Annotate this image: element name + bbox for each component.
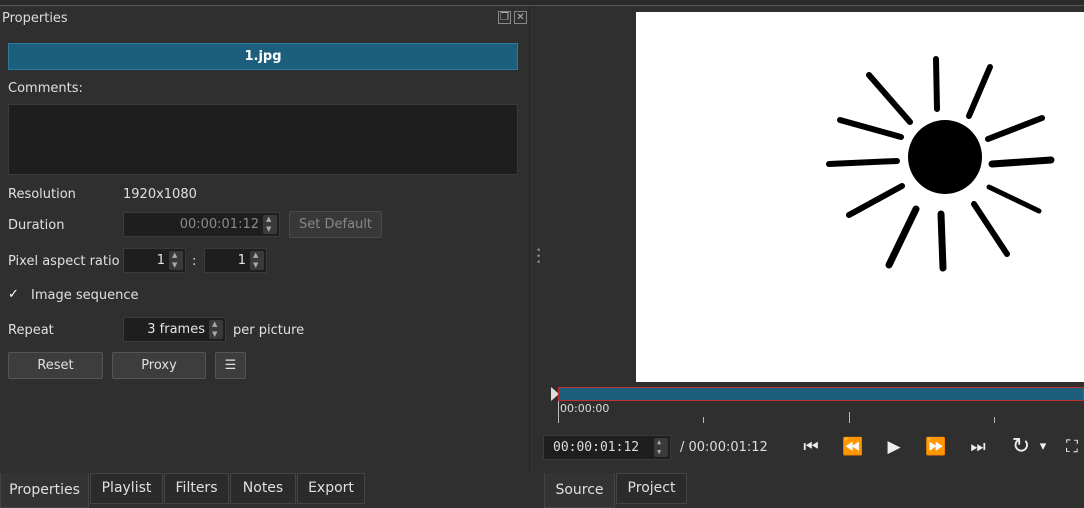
par-denominator-field[interactable]: 1	[204, 248, 267, 273]
menu-icon[interactable]: ☰	[215, 352, 246, 379]
par-separator: :	[192, 254, 197, 269]
total-duration-label: / 00:00:01:12	[680, 440, 768, 455]
skip-previous-icon[interactable]: ⏮	[798, 436, 824, 458]
pixel-aspect-ratio-label: Pixel aspect ratio	[8, 254, 120, 269]
set-default-button[interactable]: Set Default	[289, 211, 382, 238]
loop-menu-chevron-icon[interactable]: ▾	[1036, 436, 1050, 458]
rewind-icon[interactable]: ⏪	[840, 436, 866, 458]
repeat-spinner-icon[interactable]	[209, 319, 223, 339]
par-denominator-spinner-icon[interactable]	[250, 250, 264, 270]
video-frame	[636, 12, 1084, 382]
repeat-value: 3 frames	[147, 322, 205, 337]
tab-export[interactable]: Export	[297, 473, 365, 504]
zoom-icon[interactable]: ⛶	[1060, 436, 1084, 458]
comments-label: Comments:	[8, 81, 83, 96]
float-icon[interactable]: ❐	[498, 11, 511, 24]
tab-source[interactable]: Source	[544, 473, 615, 508]
tab-notes[interactable]: Notes	[230, 473, 296, 504]
duration-field[interactable]: 00:00:01:12	[123, 212, 280, 237]
panel-title: Properties	[2, 11, 68, 26]
reset-button[interactable]: Reset	[8, 352, 103, 379]
duration-label: Duration	[8, 218, 65, 233]
duration-value: 00:00:01:12	[179, 217, 259, 232]
comments-textarea[interactable]	[8, 104, 518, 175]
par-numerator-spinner-icon[interactable]	[169, 250, 183, 270]
close-icon[interactable]: ✕	[514, 11, 527, 24]
duration-spinner-icon[interactable]	[263, 214, 277, 234]
tab-properties[interactable]: Properties	[0, 473, 89, 508]
clip-name-field[interactable]: 1.jpg	[8, 43, 518, 70]
current-timecode-field[interactable]: 00:00:01:12	[543, 435, 671, 460]
image-sequence-checkbox[interactable]: ✓	[8, 287, 23, 302]
ruler-tick	[994, 417, 995, 423]
tab-project[interactable]: Project	[616, 473, 687, 504]
par-numerator-value: 1	[156, 253, 165, 268]
resolution-label: Resolution	[8, 187, 76, 202]
properties-panel: Properties ❐ ✕ 1.jpg Comments: Resolutio…	[0, 6, 530, 473]
tab-playlist[interactable]: Playlist	[90, 473, 163, 504]
ruler-tick	[703, 417, 704, 423]
ruler-tick	[849, 412, 850, 423]
sun-image-icon	[826, 56, 1055, 272]
par-denominator-value: 1	[237, 253, 246, 268]
ruler-start-line	[558, 401, 559, 423]
timecode-spinner-icon[interactable]	[654, 437, 668, 457]
fast-forward-icon[interactable]: ⏩	[923, 436, 949, 458]
resolution-value: 1920x1080	[123, 187, 197, 202]
timeline-bar[interactable]	[558, 387, 1084, 401]
repeat-label: Repeat	[8, 323, 54, 338]
loop-icon[interactable]: ↻	[1008, 436, 1034, 458]
current-timecode-value: 00:00:01:12	[553, 440, 640, 455]
skip-next-icon[interactable]: ⏭	[965, 436, 991, 458]
splitter-handle-icon[interactable]: • • •	[536, 247, 541, 268]
image-sequence-label: Image sequence	[31, 288, 139, 303]
play-icon[interactable]: ▶	[881, 436, 907, 458]
ruler-start-label: 00:00:00	[560, 402, 610, 415]
repeat-field[interactable]: 3 frames	[123, 317, 226, 342]
proxy-button[interactable]: Proxy	[112, 352, 206, 379]
tab-filters[interactable]: Filters	[164, 473, 229, 504]
per-picture-label: per picture	[233, 323, 305, 338]
par-numerator-field[interactable]: 1	[123, 248, 186, 273]
